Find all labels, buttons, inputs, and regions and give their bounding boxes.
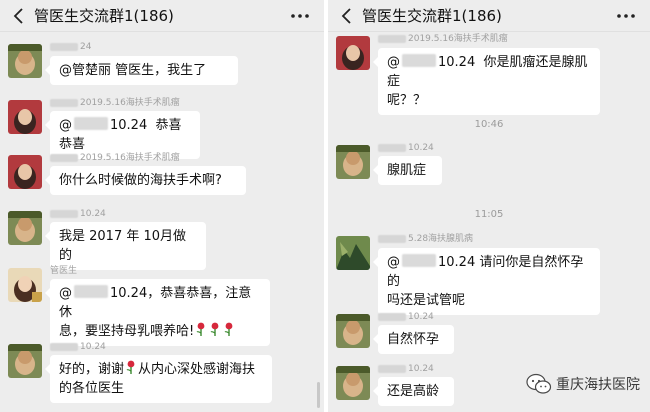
blurred-mention xyxy=(74,117,108,130)
message-bubble[interactable]: 腺肌症 xyxy=(373,156,442,185)
avatar[interactable] xyxy=(8,344,42,378)
avatar[interactable] xyxy=(8,100,42,134)
message-text: 吗还是试管呢 xyxy=(387,293,466,308)
chat-title: 管医生交流群1(186) xyxy=(362,7,502,25)
message-bubble[interactable]: @10.24，恭喜恭喜，注意休 息，要坚持母乳喂养哈! xyxy=(45,279,270,346)
message-text: 从内心深处感谢海扶 xyxy=(138,362,256,377)
chat-panel-right: 管医生交流群1(186) 2019.5.16海扶手术肌瘤 @10.24 你是肌瘤… xyxy=(328,0,650,412)
rose-icon xyxy=(126,360,135,374)
sender-nickname: 24 xyxy=(50,42,91,53)
message-text: 腺肌症 xyxy=(387,163,427,178)
sender-nickname: 10.24 xyxy=(50,209,106,220)
rose-icon xyxy=(210,322,219,336)
message-text: 好的，谢谢 xyxy=(59,362,125,377)
more-dots-icon[interactable] xyxy=(290,7,310,25)
message-bubble[interactable]: 你什么时候做的海扶手术啊? xyxy=(45,166,246,195)
watermark: 重庆海扶医院 xyxy=(526,372,640,396)
chat-timestamp: 10:46 xyxy=(474,119,504,130)
avatar[interactable] xyxy=(8,268,42,302)
back-arrow-icon[interactable] xyxy=(12,7,26,25)
avatar[interactable] xyxy=(336,366,370,400)
more-dots-icon[interactable] xyxy=(616,7,636,25)
avatar[interactable] xyxy=(8,211,42,245)
chat-title: 管医生交流群1(186) xyxy=(34,7,174,25)
sender-nickname: 2019.5.16海扶手术肌瘤 xyxy=(50,153,180,164)
back-arrow-icon[interactable] xyxy=(340,7,354,25)
avatar[interactable] xyxy=(336,145,370,179)
wechat-logo-icon xyxy=(526,373,552,394)
message-bubble[interactable]: 自然怀孕 xyxy=(373,325,454,354)
sender-nickname: 5.28海扶腺肌病 xyxy=(378,234,473,245)
sender-nickname: 10.24 xyxy=(50,342,106,353)
sender-nickname: 2019.5.16海扶手术肌瘤 xyxy=(50,98,180,109)
avatar[interactable] xyxy=(8,44,42,78)
blurred-mention xyxy=(402,254,436,267)
avatar[interactable] xyxy=(8,155,42,189)
message-bubble[interactable]: 我是 2017 年 10月做的 xyxy=(45,222,206,270)
rose-icon xyxy=(196,322,205,336)
avatar[interactable] xyxy=(336,36,370,70)
sender-nickname: 管医生 xyxy=(50,266,78,276)
message-text: 我是 2017 年 10月做的 xyxy=(59,229,187,263)
rose-icon xyxy=(224,322,233,336)
blurred-mention xyxy=(74,285,108,298)
message-text: 自然怀孕 xyxy=(387,332,440,347)
message-text: 的各位医生 xyxy=(59,381,125,396)
message-text: 你什么时候做的海扶手术啊? xyxy=(59,173,222,188)
sender-nickname: 2019.5.16海扶手术肌瘤 xyxy=(378,34,508,45)
message-text: @管楚丽 管医生，我生了 xyxy=(59,63,207,78)
chat-header: 管医生交流群1(186) xyxy=(328,0,650,32)
chat-header: 管医生交流群1(186) xyxy=(0,0,324,32)
sender-nickname: 10.24 xyxy=(378,312,434,323)
message-bubble[interactable]: @管楚丽 管医生，我生了 xyxy=(45,56,238,85)
sender-nickname: 10.24 xyxy=(378,143,434,154)
message-bubble[interactable]: @10.24 恭喜恭喜 xyxy=(45,111,200,159)
avatar[interactable] xyxy=(336,236,370,270)
message-text: 还是高龄 xyxy=(387,384,440,399)
message-bubble[interactable]: 还是高龄 xyxy=(373,377,454,406)
chat-timestamp: 11:05 xyxy=(474,209,504,220)
chat-panel-left: 管医生交流群1(186) 24 @管楚丽 管医生，我生了 2019.5.16海扶… xyxy=(0,0,324,412)
scrollbar-thumb[interactable] xyxy=(317,382,320,408)
blurred-mention xyxy=(402,54,436,67)
message-bubble[interactable]: @10.24 你是肌瘤还是腺肌症 呢？？ xyxy=(373,48,600,115)
message-text: 呢？？ xyxy=(387,93,427,108)
watermark-text: 重庆海扶医院 xyxy=(556,377,640,393)
message-text: 息，要坚持母乳喂养哈! xyxy=(59,324,195,339)
sender-nickname: 10.24 xyxy=(378,364,434,375)
message-bubble[interactable]: 好的，谢谢 从内心深处感谢海扶 的各位医生 xyxy=(45,355,272,403)
message-bubble[interactable]: @10.24 请问你是自然怀孕的 吗还是试管呢 xyxy=(373,248,600,315)
avatar[interactable] xyxy=(336,314,370,348)
